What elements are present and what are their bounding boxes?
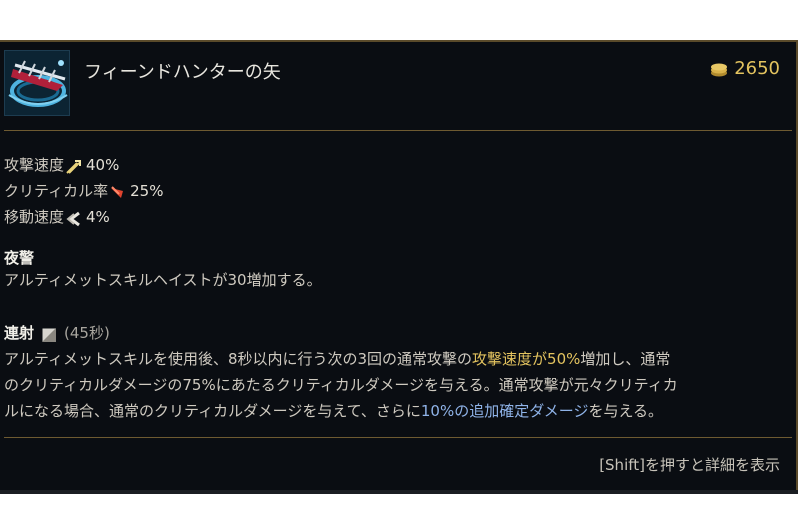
stat-label: クリティカル率 [4,182,109,200]
item-name: フィーンドハンターの矢 [84,62,281,83]
desc-text: のクリティカルダメージの75%にあたるクリティカルダメージを与える。通常攻撃が元… [4,376,678,394]
active-cooldown: (45秒) [64,324,110,342]
item-cost: 2650 [710,58,780,79]
stat-move-speed: 移動速度 4% [4,204,163,230]
stats-list: 攻撃速度 40% クリティカル率 25% 移動速度 4% [4,152,163,230]
below-tooltip-area [0,490,800,530]
passive-name: 夜警 [4,249,35,267]
active-keybind-icon [42,326,57,342]
desc-attack-speed-highlight: 攻撃速度が50% [472,350,581,368]
stat-crit-chance: クリティカル率 25% [4,178,163,204]
stat-value: 25% [130,182,164,200]
passive-description: アルティメットスキルヘイストが30増加する。 [4,271,322,289]
cost-value: 2650 [734,58,780,79]
crit-chance-icon [109,183,125,199]
stat-label: 移動速度 [4,208,65,226]
footer-divider [4,437,792,438]
desc-text: を与える。 [588,402,664,420]
stat-attack-speed: 攻撃速度 40% [4,152,163,178]
active-header: 連射 (45秒) [4,322,794,344]
stat-value: 4% [86,208,110,226]
desc-text: アルティメットスキルを使用後、8秒以内に行う次の3回の通常攻撃の [4,350,473,368]
active-section: 連射 (45秒) アルティメットスキルを使用後、8秒以内に行う次の3回の通常攻撃… [4,322,794,424]
fiend-arrow-icon [4,50,70,116]
desc-text: ルになる場合、通常のクリティカルダメージを与えて、さらに [4,402,421,420]
gold-icon [710,62,728,76]
header-divider [4,130,792,131]
active-name: 連射 [4,324,35,342]
active-description: アルティメットスキルを使用後、8秒以内に行う次の3回の通常攻撃の攻撃速度が50%… [4,346,794,424]
desc-text: 増加し、通常 [580,350,671,368]
move-speed-icon [65,209,81,227]
partial-ui-strip [0,490,798,494]
attack-speed-icon [65,157,82,174]
stat-label: 攻撃速度 [4,156,65,174]
stat-value: 40% [86,156,120,174]
passive-section: 夜警 アルティメットスキルヘイストが30増加する。 [4,247,322,291]
item-tooltip: フィーンドハンターの矢 2650 攻撃速度 40% クリティカル率 25% 移動… [0,40,798,490]
shift-hint: [Shift]を押すと詳細を表示 [599,456,780,474]
desc-true-damage-highlight: 10%の追加確定ダメージ [420,402,589,420]
tooltip-header: フィーンドハンターの矢 2650 [0,42,796,132]
